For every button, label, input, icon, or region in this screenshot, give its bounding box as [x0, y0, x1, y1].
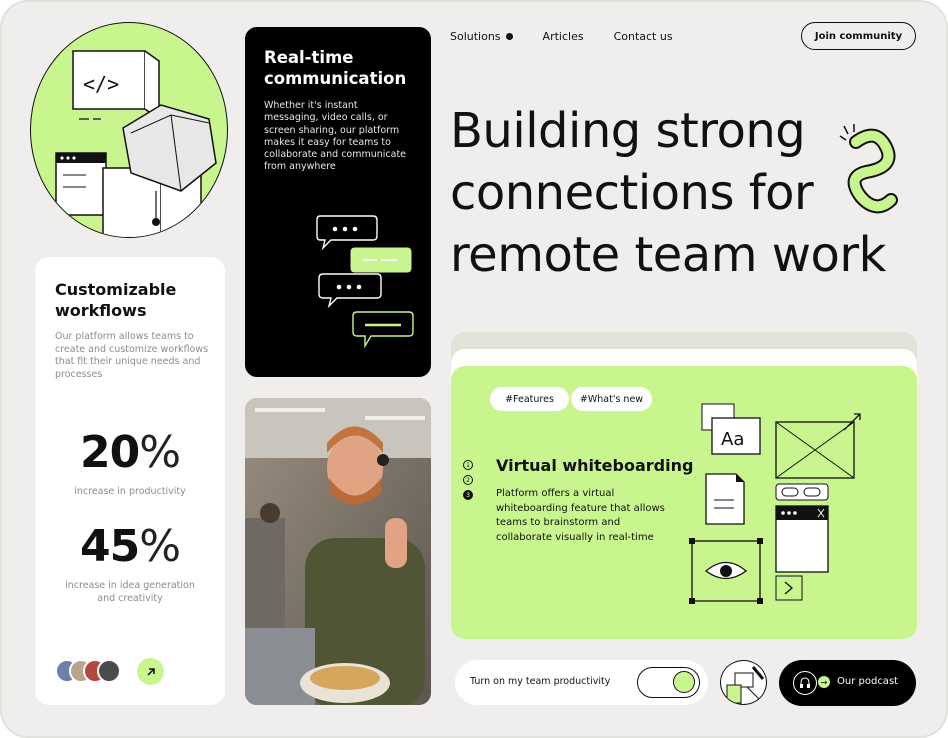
stat-caption: increase in productivity [74, 486, 186, 497]
stat-unit: % [139, 427, 181, 478]
arrow-right-icon: → [818, 676, 830, 688]
headphones-icon [793, 671, 817, 695]
nav-label: Articles [542, 30, 584, 43]
communication-card: Real-time communication Whether it's ins… [245, 27, 431, 377]
active-dot-icon [505, 33, 513, 40]
toggle-knob [673, 671, 695, 693]
arrow-up-right-icon[interactable] [137, 658, 164, 685]
stat-caption: increase in idea generation and creativi… [65, 580, 195, 604]
feature-card: #Features #What's new 1 2 3 Virtual whit… [451, 366, 917, 639]
stat-productivity: 20% [35, 427, 225, 478]
feature-description: Platform offers a virtual whiteboarding … [496, 488, 665, 543]
nav-label: Solutions [450, 30, 501, 43]
workflows-title: Customizable workflows [55, 280, 177, 320]
tag-features[interactable]: #Features [490, 387, 569, 411]
stat-value: 45 [79, 521, 140, 572]
productivity-toggle-pill: Turn on my team productivity [455, 660, 708, 705]
workflows-description: Our platform allows teams to create and … [55, 331, 209, 380]
top-navigation: Solutions Articles Contact us [450, 30, 673, 43]
nav-item-articles[interactable]: Articles [543, 30, 584, 43]
productivity-toggle[interactable] [637, 667, 700, 698]
stat-ideas: 45% [35, 521, 225, 572]
step-indicator[interactable]: 1 [463, 460, 473, 470]
podcast-button[interactable]: → Our podcast [779, 660, 916, 706]
communication-title: Real-time communication [264, 48, 407, 88]
nav-label: Contact us [613, 30, 673, 43]
feature-title: Virtual whiteboarding [496, 456, 694, 475]
squiggle-decoration-icon [839, 124, 898, 214]
step-indicator[interactable]: 2 [463, 475, 473, 485]
nav-item-solutions[interactable]: Solutions [450, 30, 513, 43]
avatar [97, 659, 121, 683]
workflows-card: Customizable workflows Our platform allo… [35, 257, 225, 705]
join-community-button[interactable]: Join community [801, 22, 916, 50]
stat-value: 20 [79, 427, 140, 478]
decoration-icon [720, 660, 767, 705]
communication-description: Whether it's instant messaging, video ca… [264, 100, 407, 173]
code-cube-illustration: </> [55, 50, 217, 237]
video-call-photo [245, 398, 431, 705]
font-icon-text: Aa [721, 429, 744, 450]
app-frame: </> Customizable workflows Our platform … [0, 0, 948, 738]
hero-illustration: </> [30, 22, 228, 238]
podcast-label: Our podcast [837, 676, 899, 687]
nav-item-contact[interactable]: Contact us [614, 30, 673, 43]
toggle-label: Turn on my team productivity [470, 676, 611, 687]
step-indicator-active[interactable]: 3 [463, 490, 473, 500]
svg-text:</>: </> [83, 72, 119, 96]
team-member-photo [245, 398, 431, 705]
tag-whats-new[interactable]: #What's new [571, 387, 652, 411]
stat-unit: % [139, 521, 181, 572]
headline-line: remote team work [450, 227, 886, 283]
chat-bubbles-icon [316, 215, 414, 349]
whiteboard-illustration: Aa [689, 403, 861, 604]
